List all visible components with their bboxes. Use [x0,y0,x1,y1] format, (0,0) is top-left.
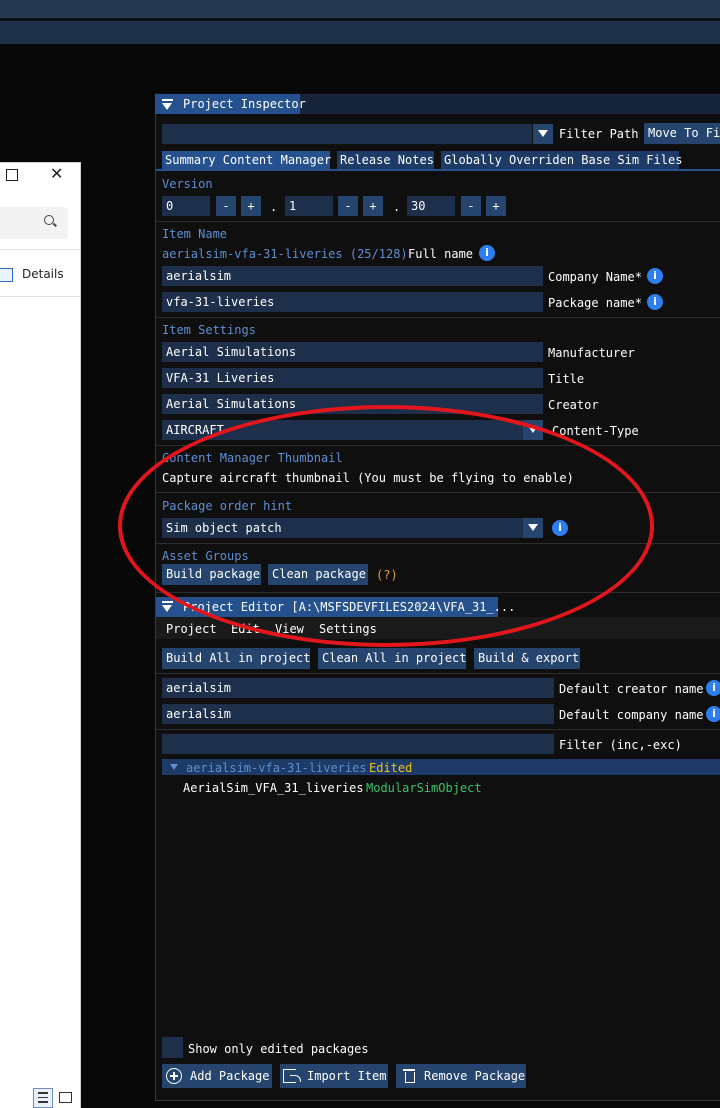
version-minor-minus[interactable]: - [338,196,358,216]
title-input[interactable]: VFA-31 Liveries [162,368,543,388]
build-export-button[interactable]: Build & export [474,648,580,669]
package-name-label: Package name* [548,296,642,310]
item-name-label: Item Name [162,227,228,241]
info-icon[interactable]: i [706,680,720,696]
top-toolbar [0,21,720,44]
version-dot: . [270,200,278,214]
tree-package-name[interactable]: aerialsim-vfa-31-liveries [186,761,367,775]
divider [156,317,720,318]
explorer-divider [0,296,80,297]
close-icon[interactable]: ✕ [50,166,63,182]
search-icon [44,215,54,225]
full-name-label: Full name [408,247,474,261]
version-minor-input[interactable]: 1 [285,196,333,216]
creator-label: Creator [548,398,599,412]
divider [156,729,720,730]
collapse-icon[interactable] [162,99,173,101]
filter-path-dropdown[interactable] [533,124,553,144]
top-bar [0,0,720,18]
import-arrow-icon [290,1075,301,1082]
version-minor-plus[interactable]: + [363,196,383,216]
collapse-arrow-icon[interactable] [162,103,172,110]
title-label: Title [548,372,585,386]
add-package-button[interactable]: Add Package [162,1064,272,1088]
version-patch-minus[interactable]: - [461,196,481,216]
default-company-label: Default company name [559,708,704,722]
annotation-ellipse [118,405,654,647]
info-icon[interactable]: i [479,245,495,261]
version-label: Version [162,177,213,191]
default-creator-label: Default creator name [559,682,704,696]
filter-path-label: Filter Path [559,127,639,141]
show-edited-checkbox[interactable] [162,1037,183,1058]
manufacturer-input[interactable]: Aerial Simulations [162,342,543,362]
version-major-plus[interactable]: + [241,196,261,216]
filter-path-input[interactable] [162,124,532,144]
default-company-input[interactable]: aerialsim [162,704,554,724]
tree-item-name[interactable]: AerialSim_VFA_31_liveries [183,781,364,795]
version-patch-input[interactable]: 30 [407,196,455,216]
filter-input[interactable] [162,734,554,754]
chevron-down-icon [538,130,548,137]
inspector-title: Project Inspector [183,97,306,111]
show-edited-label: Show only edited packages [188,1042,369,1056]
expand-arrow-icon[interactable] [170,764,178,770]
explorer-search-input[interactable] [0,207,68,239]
move-to-button[interactable]: Move To Fil [644,123,720,144]
add-plus-v [173,1072,175,1080]
filter-label: Filter (inc,-exc) [559,738,682,752]
manufacturer-label: Manufacturer [548,346,635,360]
import-item-button[interactable]: Import Item [280,1064,388,1088]
details-view-icon[interactable] [33,1088,53,1108]
explorer-divider [0,249,80,250]
tree-package-status: Edited [369,761,413,775]
clean-all-button[interactable]: Clean All in project [318,648,467,669]
details-button[interactable]: Details [22,267,64,281]
package-name-input[interactable]: vfa-31-liveries [162,292,543,312]
info-icon[interactable]: i [647,294,663,310]
version-major-input[interactable]: 0 [162,196,210,216]
explorer-titlebar: ✕ [0,163,80,191]
file-explorer-window: ✕ Details [0,162,81,1108]
info-icon[interactable]: i [706,706,720,722]
item-settings-label: Item Settings [162,323,256,337]
version-dot: . [393,200,401,214]
tab-release-notes[interactable]: Release Notes [337,151,434,169]
details-pane-icon [0,268,13,282]
maximize-icon[interactable] [6,169,18,181]
inspector-title-bar [300,94,720,114]
version-major-minus[interactable]: - [216,196,236,216]
divider [156,221,720,222]
remove-package-button[interactable]: Remove Package [396,1064,526,1088]
tab-underline [156,169,720,171]
divider [156,673,720,674]
collapse-arrow-icon[interactable] [162,605,172,612]
version-patch-plus[interactable]: + [486,196,506,216]
company-name-label: Company Name* [548,270,642,284]
item-name-value: aerialsim-vfa-31-liveries (25/128) [162,247,408,261]
build-all-button[interactable]: Build All in project [162,648,311,669]
menu-project[interactable]: Project [166,622,217,636]
collapse-icon[interactable] [162,601,173,603]
company-name-input[interactable]: aerialsim [162,266,543,286]
trash-icon [405,1072,415,1083]
tab-globally-overriden[interactable]: Globally Overriden Base Sim Files [441,151,682,169]
trash-lid-icon [403,1069,415,1071]
tab-summary-content-manager[interactable]: Summary Content Manager [162,151,331,169]
tiles-view-icon[interactable] [59,1092,72,1103]
info-icon[interactable]: i [647,268,663,284]
tree-item-type: ModularSimObject [366,781,482,795]
default-creator-input[interactable]: aerialsim [162,678,554,698]
